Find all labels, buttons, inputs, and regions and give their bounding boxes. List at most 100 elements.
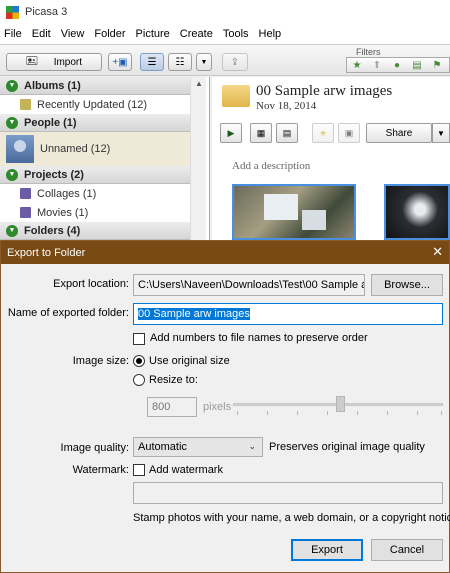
sidebar-item-unnamed[interactable]: Unnamed (12) — [0, 132, 190, 166]
view-dropdown-button[interactable]: ▼ — [196, 53, 212, 71]
share-dropdown-button[interactable]: ▼ — [432, 123, 450, 143]
menu-tools[interactable]: Tools — [223, 28, 249, 40]
play-icon: ▶ — [227, 127, 235, 138]
add-numbers-checkbox[interactable] — [133, 333, 145, 345]
resize-to-label: Resize to: — [149, 374, 198, 386]
add-to-album-button[interactable]: +▣ — [108, 53, 132, 71]
starred-filter-icon[interactable]: ★ — [347, 60, 367, 71]
list-view-button[interactable]: ☰ — [140, 53, 164, 71]
filters-bar: ★ ⬆ ● ▤ ⚑ — [346, 57, 450, 73]
app-titlebar: Picasa 3 — [0, 0, 450, 24]
use-original-size-radio[interactable] — [133, 355, 145, 367]
collapse-arrow-icon[interactable]: ▼ — [6, 79, 18, 92]
dialog-title: Export to Folder — [7, 246, 86, 259]
tree-view-button[interactable]: ☷ — [168, 53, 192, 71]
sync-button[interactable]: ⇪ — [222, 53, 248, 71]
menu-file[interactable]: File — [4, 28, 22, 40]
export-button[interactable]: Export — [291, 539, 363, 561]
image-size-label: Image size: — [72, 355, 129, 367]
movie-button[interactable]: ▤ — [276, 123, 298, 143]
browse-button[interactable]: Browse... — [371, 274, 443, 296]
sync-icon: ⇪ — [230, 56, 240, 68]
add-album-icon: +▣ — [112, 56, 128, 68]
photo-detail — [264, 194, 298, 220]
add-watermark-label: Add watermark — [149, 464, 223, 476]
menu-edit[interactable]: Edit — [32, 28, 51, 40]
use-original-size-label: Use original size — [149, 355, 230, 367]
sidebar-scrollbar[interactable]: ▲ — [190, 77, 206, 240]
folder-icon — [222, 85, 250, 107]
slider-tick — [237, 411, 238, 415]
collage-button[interactable]: ▦ — [250, 123, 272, 143]
albums-header-label: Albums (1) — [24, 79, 81, 92]
slider-tick — [441, 411, 442, 415]
album-description-placeholder[interactable]: Add a description — [232, 160, 310, 172]
menubar: File Edit View Folder Picture Create Too… — [0, 24, 450, 44]
collapse-arrow-icon[interactable]: ▼ — [6, 168, 18, 181]
geotag-filter-icon[interactable]: ⚑ — [427, 60, 447, 71]
watermark-hint: Stamp photos with your name, a web domai… — [133, 512, 450, 524]
quality-hint: Preserves original image quality — [269, 441, 425, 453]
collapse-arrow-icon[interactable]: ▼ — [6, 116, 18, 129]
import-button[interactable]: 🖭 Import — [6, 53, 102, 71]
resize-to-radio[interactable] — [133, 374, 145, 386]
menu-picture[interactable]: Picture — [136, 28, 170, 40]
people-group-header[interactable]: ▼ People (1) — [0, 114, 190, 132]
star-button[interactable]: ★ — [312, 123, 334, 143]
album-title: 00 Sample arw images — [256, 83, 393, 99]
slider-tick — [327, 411, 328, 415]
albums-group-header[interactable]: ▼ Albums (1) — [0, 77, 190, 95]
add-numbers-label: Add numbers to file names to preserve or… — [150, 332, 368, 344]
album-content: 00 Sample arw images Nov 18, 2014 ▶ ▦ ▤ … — [212, 77, 450, 240]
menu-folder[interactable]: Folder — [94, 28, 125, 40]
export-dialog: Export to Folder ✕ Export location: C:\U… — [0, 240, 450, 573]
pixels-label: pixels — [203, 401, 232, 413]
image-quality-select[interactable]: Automatic ⌄ — [133, 437, 263, 457]
resize-slider-thumb[interactable] — [336, 396, 345, 412]
watermark-text-input[interactable] — [133, 482, 443, 504]
folders-header-label: Folders (4) — [24, 224, 81, 237]
photo-thumbnail[interactable] — [232, 184, 356, 240]
list-view-icon: ☰ — [147, 56, 157, 68]
save-button[interactable]: ▣ — [338, 123, 360, 143]
star-icon: ★ — [318, 127, 328, 138]
close-icon[interactable]: ✕ — [432, 244, 443, 260]
import-icon: 🖭 — [25, 55, 38, 67]
film-icon: ▤ — [282, 127, 292, 138]
upload-filter-icon[interactable]: ⬆ — [367, 60, 387, 71]
folder-name-label: Name of exported folder: — [7, 307, 129, 319]
video-filter-icon[interactable]: ▤ — [407, 60, 427, 71]
collage-icon — [20, 188, 31, 199]
album-date: Nov 18, 2014 — [256, 100, 317, 112]
sidebar-item-collages[interactable]: Collages (1) — [0, 184, 190, 203]
watermark-label: Watermark: — [72, 464, 129, 476]
folders-group-header[interactable]: ▼ Folders (4) — [0, 222, 190, 240]
main-toolbar: 🖭 Import +▣ ☰ ☷ ▼ ⇪ Filters ★ ⬆ ● ▤ ⚑ — [0, 44, 450, 76]
add-watermark-checkbox[interactable] — [133, 464, 145, 476]
projects-group-header[interactable]: ▼ Projects (2) — [0, 166, 190, 184]
sidebar-item-recently-updated[interactable]: Recently Updated (12) — [0, 95, 190, 114]
resize-value-input[interactable]: 800 — [147, 397, 197, 417]
slider-tick — [357, 411, 358, 415]
export-location-field[interactable]: C:\Users\Naveen\Downloads\Test\00 Sample… — [133, 274, 365, 296]
collapse-arrow-icon[interactable]: ▼ — [6, 224, 18, 237]
scroll-up-arrow-icon[interactable]: ▲ — [195, 79, 203, 88]
slideshow-button[interactable]: ▶ — [220, 123, 242, 143]
app-title: Picasa 3 — [25, 6, 68, 18]
chevron-down-icon: ▼ — [200, 58, 208, 66]
cancel-button[interactable]: Cancel — [371, 539, 443, 561]
people-filter-icon[interactable]: ● — [387, 60, 407, 71]
menu-help[interactable]: Help — [259, 28, 282, 40]
collage-icon: ▦ — [256, 127, 266, 138]
slider-tick — [387, 411, 388, 415]
people-header-label: People (1) — [24, 116, 77, 129]
share-button[interactable]: Share — [366, 123, 432, 143]
chevron-down-icon: ▼ — [437, 128, 445, 138]
sidebar-item-movies[interactable]: Movies (1) — [0, 203, 190, 222]
photo-thumbnail[interactable] — [384, 184, 450, 240]
menu-create[interactable]: Create — [180, 28, 213, 40]
album-icon — [20, 99, 31, 110]
save-icon: ▣ — [344, 127, 354, 138]
menu-view[interactable]: View — [61, 28, 85, 40]
folder-name-input[interactable]: 00 Sample arw images — [133, 303, 443, 325]
